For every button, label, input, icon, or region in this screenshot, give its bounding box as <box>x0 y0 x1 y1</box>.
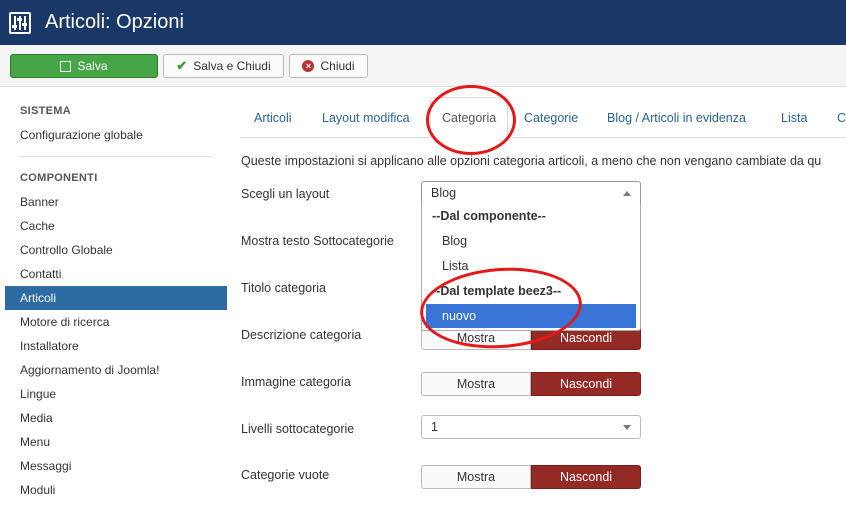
chevron-down-icon <box>623 425 631 430</box>
check-icon: ✔ <box>176 58 188 73</box>
dropdown-option-blog[interactable]: Blog <box>426 229 636 253</box>
sidebar-section-system: SISTEMA <box>20 105 71 117</box>
sidebar-item-messaggi[interactable]: Messaggi <box>5 454 227 478</box>
layout-select-value: Blog <box>431 186 457 200</box>
cat-image-toggle: Mostra Nascondi <box>421 372 641 396</box>
tab-categorie[interactable]: Categorie <box>524 111 578 125</box>
edit-icon <box>60 60 72 72</box>
chevron-up-icon <box>623 191 631 196</box>
tab-layout-modifica[interactable]: Layout modifica <box>322 111 410 125</box>
tab-truncated[interactable]: C <box>837 111 846 125</box>
tab-articoli[interactable]: Articoli <box>254 111 292 125</box>
sidebar-item-media[interactable]: Media <box>5 406 227 430</box>
cat-image-show-button[interactable]: Mostra <box>421 372 531 396</box>
sidebar-item-lingue[interactable]: Lingue <box>5 382 227 406</box>
sidebar-item-banner[interactable]: Banner <box>5 190 227 214</box>
cat-desc-label: Descrizione categoria <box>241 328 362 342</box>
sidebar-item-cache[interactable]: Cache <box>5 214 227 238</box>
sidebar-section-components: COMPONENTI <box>20 172 98 184</box>
tab-bar: Articoli Layout modifica Categoria Categ… <box>241 97 846 138</box>
save-button[interactable]: Salva <box>10 54 158 78</box>
dropdown-group-template: --Dal template beez3-- <box>432 284 562 298</box>
close-button[interactable]: × Chiudi <box>289 54 368 78</box>
cat-image-hide-button[interactable]: Nascondi <box>531 372 641 396</box>
subcat-levels-value: 1 <box>431 420 438 434</box>
empty-cats-show-button[interactable]: Mostra <box>421 465 531 489</box>
save-close-button-label: Salva e Chiudi <box>193 59 271 73</box>
settings-description: Queste impostazioni si applicano alle op… <box>241 154 822 168</box>
sidebar-item-aggiornamento[interactable]: Aggiornamento di Joomla! <box>5 358 227 382</box>
sidebar-item-global-config[interactable]: Configurazione globale <box>5 123 227 147</box>
sidebar-item-articoli[interactable]: Articoli <box>5 286 227 310</box>
sidebar-item-motore-ricerca[interactable]: Motore di ricerca <box>5 310 227 334</box>
sidebar-divider <box>20 156 211 157</box>
empty-cats-hide-button[interactable]: Nascondi <box>531 465 641 489</box>
layout-dropdown-list: --Dal componente-- Blog Lista --Dal temp… <box>421 204 641 331</box>
title-bar: Articoli: Opzioni <box>0 0 846 45</box>
save-button-label: Salva <box>77 59 108 73</box>
layout-label: Scegli un layout <box>241 187 330 201</box>
tab-lista[interactable]: Lista <box>781 111 807 125</box>
dropdown-option-lista[interactable]: Lista <box>426 254 636 278</box>
sidebar-item-installatore[interactable]: Installatore <box>5 334 227 358</box>
sidebar-item-controllo-globale[interactable]: Controllo Globale <box>5 238 227 262</box>
close-icon: × <box>302 60 315 72</box>
save-close-button[interactable]: ✔ Salva e Chiudi <box>163 54 284 78</box>
cat-image-label: Immagine categoria <box>241 375 351 389</box>
dropdown-group-component: --Dal componente-- <box>432 209 546 223</box>
subcat-levels-label: Livelli sottocategorie <box>241 422 355 436</box>
sidebar-item-contatti[interactable]: Contatti <box>5 262 227 286</box>
options-sliders-icon <box>9 11 31 34</box>
layout-select[interactable]: Blog <box>421 181 641 205</box>
sidebar-item-moduli[interactable]: Moduli <box>5 478 227 502</box>
empty-cats-label: Categorie vuote <box>241 468 330 482</box>
cat-title-label: Titolo categoria <box>241 281 326 295</box>
dropdown-option-nuovo[interactable]: nuovo <box>426 304 636 328</box>
sidebar-item-menu[interactable]: Menu <box>5 430 227 454</box>
tab-blog-articoli-evidenza[interactable]: Blog / Articoli in evidenza <box>607 111 746 125</box>
tab-categoria[interactable]: Categoria <box>430 97 509 138</box>
page-title: Articoli: Opzioni <box>45 11 184 33</box>
empty-cats-toggle: Mostra Nascondi <box>421 465 641 489</box>
sidebar: SISTEMA Configurazione globale COMPONENT… <box>0 87 230 506</box>
close-button-label: Chiudi <box>320 59 355 73</box>
subcat-levels-select[interactable]: 1 <box>421 415 641 439</box>
subcat-text-label: Mostra testo Sottocategorie <box>241 234 394 248</box>
toolbar: Salva ✔ Salva e Chiudi × Chiudi <box>0 45 846 87</box>
